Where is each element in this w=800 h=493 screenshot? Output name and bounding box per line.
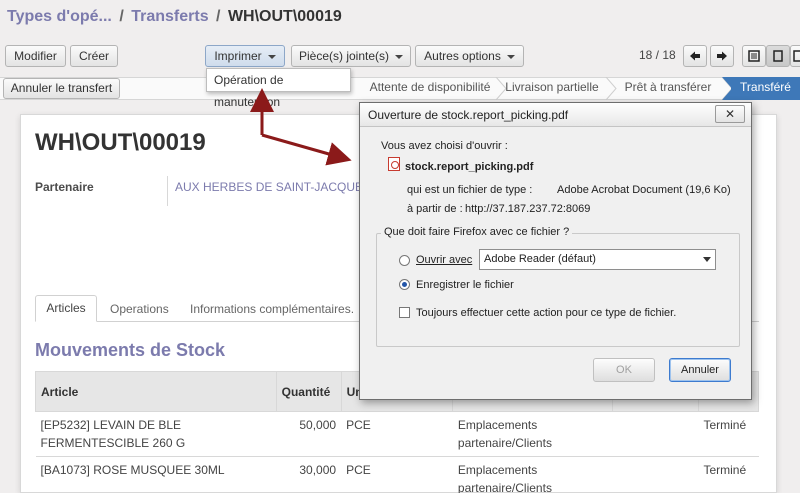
breadcrumb: Types d'opé... / Transferts / WH\OUT\000… [7,8,342,26]
pdf-file-icon [388,157,400,171]
stage-ready[interactable]: Prêt à transférer [612,77,724,100]
other-view-button[interactable] [790,45,800,67]
open-with-label: Ouvrir avec [416,254,472,266]
dialog-title: Ouverture de stock.report_picking.pdf [360,103,751,127]
attachments-button-label: Pièce(s) jointe(s) [298,49,390,63]
section-title: Mouvements de Stock [35,340,226,360]
view-icon [793,50,800,62]
form-view-icon [773,50,783,62]
form-view-active-button[interactable] [766,45,790,67]
dialog-question: Que doit faire Firefox avec ce fichier ? [381,226,573,238]
dialog-filetype-label: qui est un fichier de type : [407,184,533,196]
previous-record-button[interactable] [683,45,707,67]
dialog-filetype-value: Adobe Acrobat Document (19,6 Ko) [557,184,731,196]
field-divider [167,176,168,206]
chevron-down-icon [699,250,715,269]
cell-extra [612,456,699,493]
stage-partial[interactable]: Livraison partielle [502,77,602,100]
more-options-button[interactable]: Autres options [415,45,524,67]
cell-destination: Emplacements partenaire/Clients [452,411,613,457]
tab-additional-info[interactable]: Informations complémentaires. [190,302,354,316]
list-view-icon [748,50,760,62]
chevron-down-icon [506,54,515,59]
print-button-label: Imprimer [214,49,262,63]
partner-label: Partenaire [35,180,94,194]
cell-quantity: 30,000 [276,456,342,493]
breadcrumb-current: WH\OUT\00019 [227,8,342,25]
arrow-right-icon [717,51,727,61]
breadcrumb-link-transfers[interactable]: Transferts [131,8,208,25]
chevron-down-icon [267,54,276,59]
page-title: WH\OUT\00019 [35,129,206,156]
cell-state: Terminé [698,456,759,493]
pager-value: 18 / 18 [639,48,676,62]
dialog-filename: stock.report_picking.pdf [405,161,534,173]
table-row[interactable]: [EP5232] LEVAIN DE BLE FERMENTESCIBLE 26… [35,411,759,457]
chevron-down-icon [395,54,404,59]
column-header-quantity[interactable]: Quantité [275,371,342,412]
arrow-left-icon [690,51,700,61]
breadcrumb-link-operation-types[interactable]: Types d'opé... [7,8,112,25]
breadcrumb-separator: / [119,8,124,25]
form-view-button[interactable] [742,45,766,67]
partner-link[interactable]: AUX HERBES DE SAINT-JACQUES [175,180,371,194]
always-do-label: Toujours effectuer cette action pour ce … [416,307,677,319]
dialog-close-button[interactable]: ✕ [715,105,745,123]
column-header-article[interactable]: Article [35,371,277,412]
application-select-value: Adobe Reader (défaut) [484,253,596,265]
print-button[interactable]: Imprimer [205,45,285,67]
breadcrumb-separator: / [216,8,221,25]
application-select[interactable]: Adobe Reader (défaut) [479,249,716,270]
dialog-from-label: à partir de : [407,203,463,215]
cell-quantity: 50,000 [276,411,342,457]
cell-destination: Emplacements partenaire/Clients [452,456,613,493]
close-icon: ✕ [724,107,736,121]
cell-extra [612,411,699,457]
cell-article: [BA1073] ROSE MUSQUEE 30ML [35,456,277,493]
save-file-radio[interactable] [399,279,410,290]
tab-articles[interactable]: Articles [35,295,97,322]
cell-uom: PCE [341,411,453,457]
create-button[interactable]: Créer [70,45,118,67]
dialog-from-value: http://37.187.237.72:8069 [465,203,591,215]
open-with-label-text: Ouvrir avec [416,254,473,266]
stage-waiting[interactable]: Attente de disponibilité [365,77,495,100]
always-do-checkbox[interactable] [399,307,410,318]
stage-done[interactable]: Transféré [731,77,800,100]
dialog-chose-text: Vous avez choisi d'ouvrir : [381,140,508,152]
open-with-radio[interactable] [399,255,410,266]
edit-button[interactable]: Modifier [5,45,66,67]
table-row[interactable]: [BA1073] ROSE MUSQUEE 30ML 30,000 PCE Em… [35,456,759,493]
save-file-label: Enregistrer le fichier [416,279,514,291]
cell-uom: PCE [341,456,453,493]
cell-article: [EP5232] LEVAIN DE BLE FERMENTESCIBLE 26… [35,411,277,457]
dialog-cancel-button[interactable]: Annuler [669,358,731,382]
print-menu-item-handling[interactable]: Opération de manutention [214,73,283,109]
next-record-button[interactable] [710,45,734,67]
tab-operations[interactable]: Operations [110,302,169,316]
more-options-button-label: Autres options [424,49,501,63]
dialog-ok-button[interactable]: OK [593,358,655,382]
attachments-button[interactable]: Pièce(s) jointe(s) [291,45,411,67]
stage-done-arrow [722,77,734,100]
print-menu: Opération de manutention [206,68,351,109]
cancel-transfer-button[interactable]: Annuler le transfert [3,78,120,99]
cell-state: Terminé [698,411,759,457]
